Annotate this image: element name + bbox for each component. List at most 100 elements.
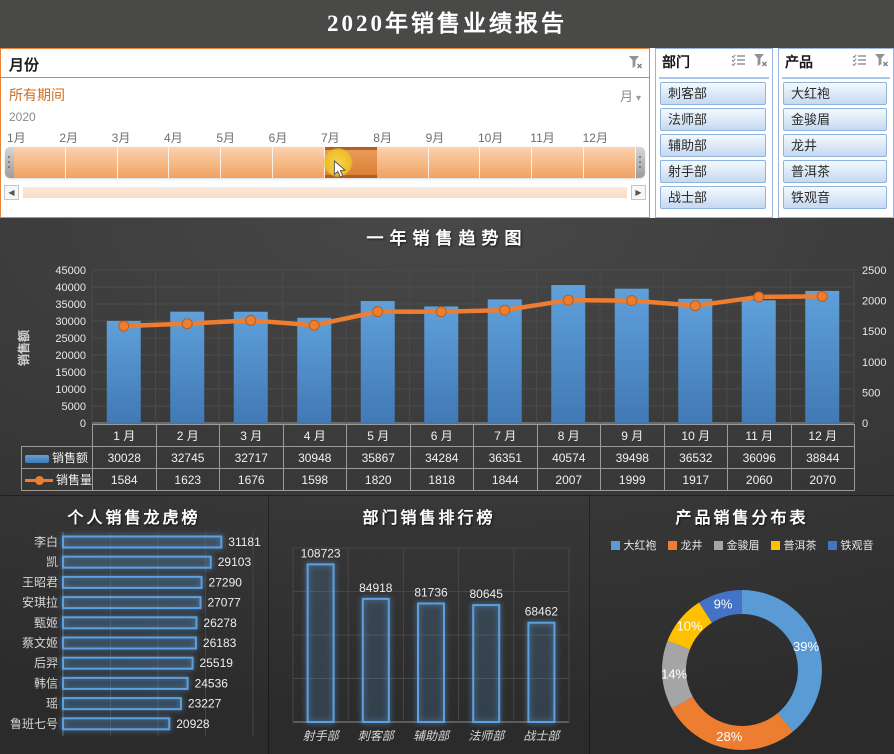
timeline-segment[interactable] (273, 147, 325, 178)
granularity-label: 月 (619, 89, 633, 104)
timeline-segment[interactable] (584, 147, 636, 178)
slicer-item-法师部[interactable]: 法师部 (660, 108, 766, 131)
timeline-month-label: 1月 (7, 131, 26, 145)
timeline-segment[interactable] (221, 147, 274, 178)
sales-volume-cell: 1676 (219, 468, 284, 491)
timeline-selection-label: 所有期间 (9, 87, 65, 103)
slicer-item-射手部[interactable]: 射手部 (660, 160, 766, 183)
filter-strip: 月份 所有期间 月 ▾ 2020 1月 2月 3月 4月 5月 6月 7月 8月 9月 10月 11月… (0, 48, 894, 218)
month-header-cell: 1 月 (92, 424, 157, 447)
svg-text:25000: 25000 (55, 333, 86, 345)
timeline-granularity-dropdown[interactable]: 月 ▾ (620, 86, 641, 105)
sales-amount-cell: 39498 (600, 446, 665, 469)
timeline-segment[interactable] (428, 147, 481, 178)
legend-item-龙井: 龙井 (667, 537, 703, 553)
slicer-item-普洱茶[interactable]: 普洱茶 (783, 160, 887, 183)
timeline-month-label: 6月 (268, 131, 288, 145)
sales-volume-cell: 2070 (790, 468, 856, 491)
timeline-slicer[interactable]: 月份 所有期间 月 ▾ 2020 1月 2月 3月 4月 5月 6月 7月 8月 9月 10月 11月… (0, 48, 650, 218)
month-header-cell: 5 月 (346, 424, 411, 447)
legend-item-铁观音: 铁观音 (827, 537, 874, 553)
slicer-title: 部门 (662, 54, 690, 70)
timeline-segment[interactable] (14, 147, 66, 178)
slicer-item-辅助部[interactable]: 辅助部 (660, 134, 766, 157)
svg-text:29103: 29103 (218, 555, 252, 569)
month-header-cell: 8 月 (536, 424, 602, 447)
funnel-x-icon[interactable] (628, 55, 643, 74)
sales-amount-cell: 32717 (219, 446, 284, 469)
svg-text:500: 500 (862, 387, 880, 399)
timeline-segment[interactable] (480, 147, 533, 178)
timeline-segment[interactable] (376, 147, 429, 178)
timeline-clear-filter-button[interactable] (628, 55, 643, 74)
svg-text:80645: 80645 (470, 587, 504, 601)
scrollbar-track[interactable] (23, 187, 627, 198)
timeline-month-label: 4月 (163, 131, 183, 145)
timeline-segment[interactable] (169, 147, 222, 178)
divider (659, 77, 769, 79)
timeline-month-label: 7月 (320, 131, 340, 145)
svg-text:35000: 35000 (55, 299, 86, 311)
svg-text:26278: 26278 (203, 616, 237, 630)
svg-text:20928: 20928 (176, 717, 210, 731)
dashboard-body: 一年销售趋势图 0 5000 10000 15000 20000 25000 30000 35… (0, 218, 894, 754)
slicer-item-铁观音[interactable]: 铁观音 (783, 186, 887, 209)
svg-text:李白: 李白 (34, 534, 58, 549)
leaderboard-title: 个人销售龙虎榜 (67, 510, 201, 527)
legend-sales-volume: 销售量 (20, 468, 94, 491)
divider (782, 77, 890, 79)
svg-text:25519: 25519 (200, 656, 234, 670)
svg-text:20000: 20000 (55, 350, 86, 362)
clear-filter-icon[interactable] (874, 53, 889, 72)
timeline-segments[interactable] (14, 147, 636, 178)
clear-filter-icon[interactable] (753, 53, 768, 72)
legend-item-普洱茶: 普洱茶 (770, 537, 817, 553)
timeline-segment[interactable] (117, 147, 170, 178)
timeline-segment[interactable] (65, 147, 118, 178)
sales-volume-cell: 1623 (155, 468, 221, 491)
svg-text:安琪拉: 安琪拉 (22, 595, 58, 610)
timeline-track[interactable] (5, 147, 645, 178)
slicer-item-刺客部[interactable]: 刺客部 (660, 82, 766, 105)
svg-text:韩信: 韩信 (34, 675, 58, 690)
svg-text:瑶: 瑶 (46, 697, 58, 711)
multi-select-icon[interactable] (731, 53, 746, 72)
month-header-cell: 12 月 (790, 424, 856, 447)
timeline-right-grip[interactable] (636, 147, 645, 178)
svg-text:甄姬: 甄姬 (34, 616, 58, 630)
svg-text:战士部: 战士部 (523, 729, 561, 743)
slicer-item-战士部[interactable]: 战士部 (660, 186, 766, 209)
bar-swatch-icon (25, 454, 49, 463)
sales-amount-cell: 35867 (346, 446, 411, 469)
multi-select-icon[interactable] (852, 53, 867, 72)
slicer-item-龙井[interactable]: 龙井 (783, 134, 887, 157)
sales-amount-cell: 38844 (790, 446, 856, 469)
timeline-year-label: 2020 (9, 110, 36, 124)
month-header-cell: 6 月 (409, 424, 475, 447)
slicer-item-金骏眉[interactable]: 金骏眉 (783, 108, 887, 131)
svg-text:10%: 10% (677, 619, 703, 634)
svg-text:14%: 14% (661, 666, 687, 681)
timeline-segment[interactable] (532, 147, 585, 178)
trend-data-table: 1 月2 月3 月4 月5 月6 月7 月8 月9 月 10 月 11 月 12 月销… (20, 424, 856, 491)
scroll-right-button[interactable]: ▶ (631, 185, 646, 200)
sales-volume-cell: 1598 (282, 468, 348, 491)
sales-amount-cell: 32745 (155, 446, 221, 469)
timeline-month-label: 3月 (111, 131, 131, 145)
svg-text:108723: 108723 (301, 546, 341, 560)
timeline-left-grip[interactable] (5, 147, 14, 178)
month-header-cell: 3 月 (219, 424, 284, 447)
line-swatch-icon (25, 476, 53, 486)
svg-text:2500: 2500 (862, 265, 886, 277)
timeline-month-labels: 1月 2月 3月 4月 5月 6月 7月 8月 9月 10月 11月 12月 (7, 129, 635, 146)
scroll-left-button[interactable]: ◀ (4, 185, 19, 200)
mouse-cursor (333, 159, 349, 185)
timeline-scrollbar[interactable]: ◀ ▶ (4, 185, 646, 201)
department-ranking-panel: 部门销售排行榜 108723 射手部 84918 刺客部 81736 辅助部 80645 法师… (269, 495, 589, 754)
svg-text:9%: 9% (714, 597, 733, 612)
legend-swatch-icon (667, 540, 677, 550)
svg-text:15000: 15000 (55, 367, 86, 379)
chevron-down-icon: ▾ (635, 93, 641, 104)
slicer-item-大红袍[interactable]: 大红袍 (783, 82, 887, 105)
svg-text:24536: 24536 (195, 676, 229, 690)
